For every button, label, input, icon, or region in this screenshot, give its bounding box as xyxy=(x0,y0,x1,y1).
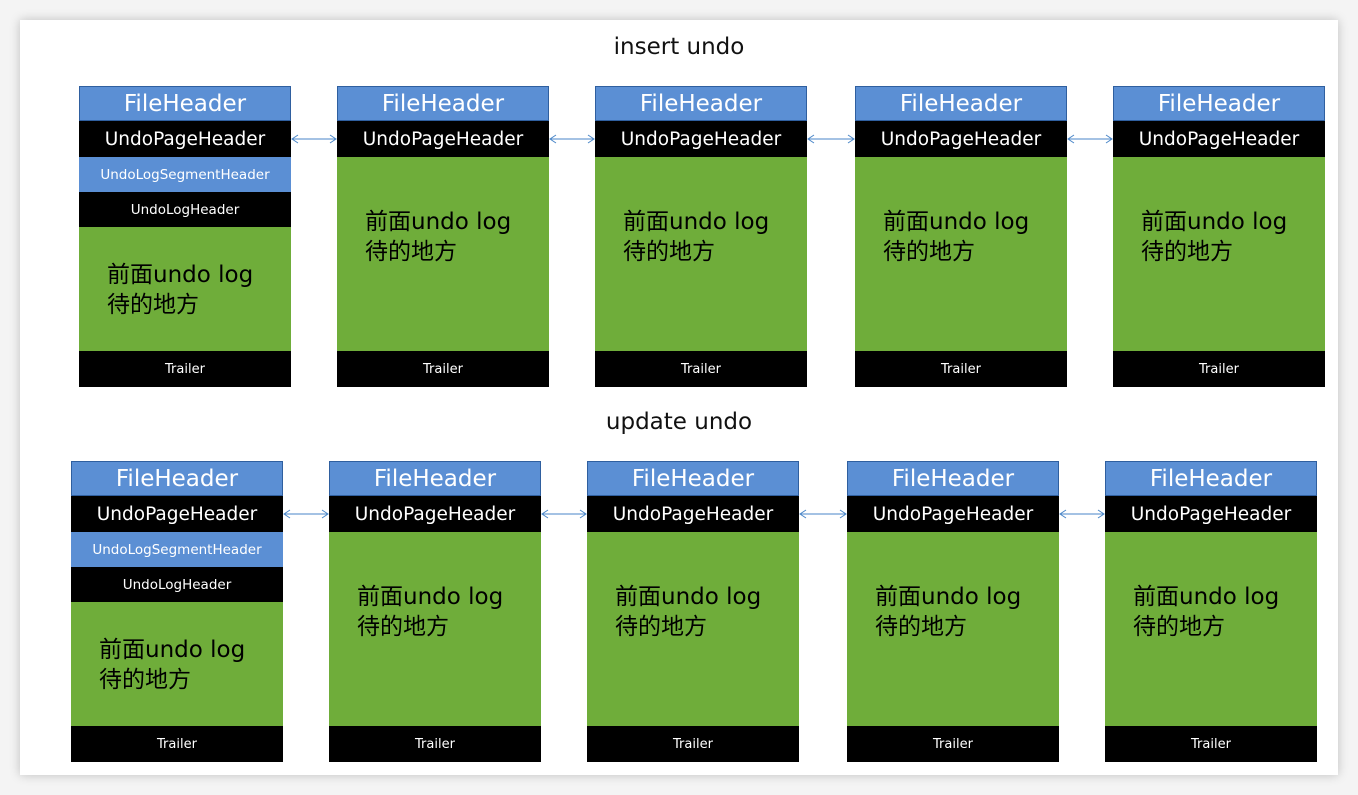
file-header: FileHeader xyxy=(847,461,1059,496)
undo-page-header: UndoPageHeader xyxy=(855,121,1067,157)
body-text-line: 待的地方 xyxy=(99,667,191,693)
double-arrow-connector xyxy=(291,134,337,144)
undo-page-header: UndoPageHeader xyxy=(71,496,283,532)
double-arrow-connector xyxy=(1067,134,1113,144)
undo-page-insert-undo-3: FileHeader UndoPageHeader 前面undo log 待的地方 Tr… xyxy=(595,86,807,387)
undo-log-body-text: 前面undo log 待的地方 xyxy=(357,582,503,642)
trailer: Trailer xyxy=(337,351,549,387)
undo-log-body: 前面undo log 待的地方 xyxy=(587,532,799,726)
body-text-line: 前面undo log xyxy=(623,209,770,235)
undo-log-body-text: 前面undo log 待的地方 xyxy=(1133,582,1279,642)
file-header: FileHeader xyxy=(855,86,1067,121)
trailer: Trailer xyxy=(1105,726,1317,762)
undo-log-body: 前面undo log 待的地方 xyxy=(595,157,807,351)
undo-log-body-text: 前面undo log 待的地方 xyxy=(623,207,769,267)
undo-log-body: 前面undo log 待的地方 xyxy=(329,532,541,726)
undo-log-body-text: 前面undo log 待的地方 xyxy=(875,582,1021,642)
body-text-line: 前面undo log xyxy=(357,584,504,610)
undo-page-insert-undo-5: FileHeader UndoPageHeader 前面undo log 待的地方 Tr… xyxy=(1113,86,1325,387)
body-text-line: 前面undo log xyxy=(99,637,246,663)
undo-page-header: UndoPageHeader xyxy=(1105,496,1317,532)
body-text-line: 前面undo log xyxy=(365,209,512,235)
trailer: Trailer xyxy=(855,351,1067,387)
file-header: FileHeader xyxy=(71,461,283,496)
undo-page-header: UndoPageHeader xyxy=(79,121,291,157)
double-arrow-connector xyxy=(799,509,847,519)
body-text-line: 待的地方 xyxy=(623,239,715,265)
double-arrow-connector xyxy=(541,509,587,519)
undo-page-update-undo-3: FileHeader UndoPageHeader 前面undo log 待的地方 Tr… xyxy=(587,461,799,762)
undo-page-update-undo-1: FileHeader UndoPageHeader UndoLogSegmentHe… xyxy=(71,461,283,762)
body-text-line: 前面undo log xyxy=(615,584,762,610)
trailer: Trailer xyxy=(587,726,799,762)
trailer: Trailer xyxy=(71,726,283,762)
body-text-line: 前面undo log xyxy=(1133,584,1280,610)
undo-log-body-text: 前面undo log 待的地方 xyxy=(365,207,511,267)
double-arrow-connector xyxy=(807,134,855,144)
file-header: FileHeader xyxy=(329,461,541,496)
undo-page-header: UndoPageHeader xyxy=(1113,121,1325,157)
undo-log-header: UndoLogHeader xyxy=(79,192,291,227)
file-header: FileHeader xyxy=(337,86,549,121)
body-text-line: 待的地方 xyxy=(875,614,967,640)
undo-log-body: 前面undo log 待的地方 xyxy=(855,157,1067,351)
body-text-line: 前面undo log xyxy=(1141,209,1288,235)
undo-log-segment-header: UndoLogSegmentHeader xyxy=(71,532,283,567)
undo-page-header: UndoPageHeader xyxy=(337,121,549,157)
undo-log-body: 前面undo log 待的地方 xyxy=(71,602,283,726)
file-header: FileHeader xyxy=(1113,86,1325,121)
file-header: FileHeader xyxy=(1105,461,1317,496)
undo-page-update-undo-4: FileHeader UndoPageHeader 前面undo log 待的地方 Tr… xyxy=(847,461,1059,762)
undo-page-header: UndoPageHeader xyxy=(329,496,541,532)
undo-log-body-text: 前面undo log 待的地方 xyxy=(615,582,761,642)
body-text-line: 待的地方 xyxy=(1141,239,1233,265)
body-text-line: 待的地方 xyxy=(357,614,449,640)
body-text-line: 待的地方 xyxy=(883,239,975,265)
undo-log-body: 前面undo log 待的地方 xyxy=(79,227,291,351)
file-header: FileHeader xyxy=(595,86,807,121)
trailer: Trailer xyxy=(329,726,541,762)
trailer: Trailer xyxy=(79,351,291,387)
diagram-canvas: insert undo update undo FileHeader UndoPa… xyxy=(20,20,1338,775)
undo-page-update-undo-5: FileHeader UndoPageHeader 前面undo log 待的地方 Tr… xyxy=(1105,461,1317,762)
body-text-line: 前面undo log xyxy=(883,209,1030,235)
double-arrow-connector xyxy=(1059,509,1105,519)
undo-page-insert-undo-1: FileHeader UndoPageHeader UndoLogSegmentHe… xyxy=(79,86,291,387)
undo-log-header: UndoLogHeader xyxy=(71,567,283,602)
double-arrow-connector xyxy=(549,134,595,144)
undo-log-body-text: 前面undo log 待的地方 xyxy=(883,207,1029,267)
undo-page-header: UndoPageHeader xyxy=(595,121,807,157)
trailer: Trailer xyxy=(595,351,807,387)
body-text-line: 前面undo log xyxy=(107,262,254,288)
undo-log-body: 前面undo log 待的地方 xyxy=(847,532,1059,726)
undo-page-insert-undo-4: FileHeader UndoPageHeader 前面undo log 待的地方 Tr… xyxy=(855,86,1067,387)
undo-log-body: 前面undo log 待的地方 xyxy=(1113,157,1325,351)
body-text-line: 待的地方 xyxy=(107,292,199,318)
undo-page-update-undo-2: FileHeader UndoPageHeader 前面undo log 待的地方 Tr… xyxy=(329,461,541,762)
double-arrow-connector xyxy=(283,509,329,519)
undo-log-segment-header: UndoLogSegmentHeader xyxy=(79,157,291,192)
body-text-line: 待的地方 xyxy=(365,239,457,265)
undo-page-insert-undo-2: FileHeader UndoPageHeader 前面undo log 待的地方 Tr… xyxy=(337,86,549,387)
undo-log-body-text: 前面undo log 待的地方 xyxy=(1141,207,1287,267)
undo-log-body-text: 前面undo log 待的地方 xyxy=(107,260,253,320)
section-title-insert-undo: insert undo xyxy=(613,34,745,60)
body-text-line: 待的地方 xyxy=(615,614,707,640)
body-text-line: 前面undo log xyxy=(875,584,1022,610)
body-text-line: 待的地方 xyxy=(1133,614,1225,640)
undo-log-body-text: 前面undo log 待的地方 xyxy=(99,635,245,695)
undo-log-body: 前面undo log 待的地方 xyxy=(1105,532,1317,726)
section-title-update-undo: update undo xyxy=(605,409,753,435)
undo-page-header: UndoPageHeader xyxy=(587,496,799,532)
file-header: FileHeader xyxy=(587,461,799,496)
undo-page-header: UndoPageHeader xyxy=(847,496,1059,532)
trailer: Trailer xyxy=(1113,351,1325,387)
file-header: FileHeader xyxy=(79,86,291,121)
trailer: Trailer xyxy=(847,726,1059,762)
undo-log-body: 前面undo log 待的地方 xyxy=(337,157,549,351)
